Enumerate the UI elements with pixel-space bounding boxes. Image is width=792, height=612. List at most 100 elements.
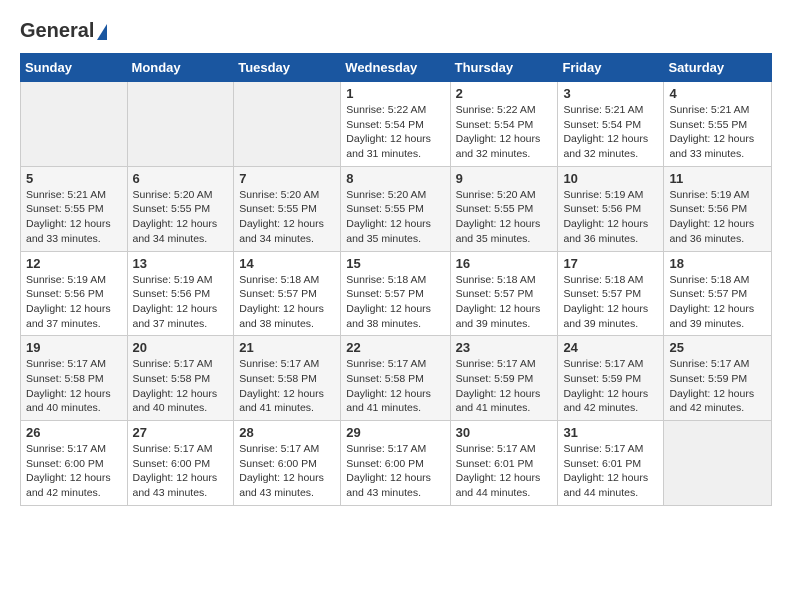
calendar-cell: 20 Sunrise: 5:17 AM Sunset: 5:58 PM Dayli…	[127, 336, 234, 421]
day-number: 26	[26, 425, 122, 440]
day-number: 27	[133, 425, 229, 440]
day-number: 13	[133, 256, 229, 271]
calendar-cell: 29 Sunrise: 5:17 AM Sunset: 6:00 PM Dayli…	[341, 421, 450, 506]
calendar-cell: 21Sunrise: 5:17 AM Sunset: 5:58 PM Dayli…	[234, 336, 341, 421]
day-info: Sunrise: 5:22 AM Sunset: 5:54 PM Dayligh…	[346, 103, 444, 162]
day-number: 10	[563, 171, 658, 186]
day-number: 20	[133, 340, 229, 355]
day-info: Sunrise: 5:17 AM Sunset: 5:58 PM Dayligh…	[239, 357, 335, 416]
calendar-cell: 19 Sunrise: 5:17 AM Sunset: 5:58 PM Dayli…	[21, 336, 128, 421]
calendar-cell: 14 Sunrise: 5:18 AM Sunset: 5:57 PM Dayli…	[234, 251, 341, 336]
day-number: 16	[456, 256, 553, 271]
calendar-cell: 6Sunrise: 5:20 AM Sunset: 5:55 PM Daylig…	[127, 166, 234, 251]
day-number: 29	[346, 425, 444, 440]
day-number: 31	[563, 425, 658, 440]
calendar-cell	[234, 82, 341, 167]
calendar-cell: 10 Sunrise: 5:19 AM Sunset: 5:56 PM Dayli…	[558, 166, 664, 251]
calendar-cell: 30Sunrise: 5:17 AM Sunset: 6:01 PM Dayli…	[450, 421, 558, 506]
day-number: 1	[346, 86, 444, 101]
day-number: 19	[26, 340, 122, 355]
calendar-cell	[127, 82, 234, 167]
day-number: 18	[669, 256, 766, 271]
day-number: 23	[456, 340, 553, 355]
day-info: Sunrise: 5:17 AM Sunset: 5:58 PM Dayligh…	[133, 357, 229, 416]
page-header: General	[20, 20, 772, 43]
calendar-cell: 18 Sunrise: 5:18 AM Sunset: 5:57 PM Dayli…	[664, 251, 772, 336]
calendar-cell: 24Sunrise: 5:17 AM Sunset: 5:59 PM Dayli…	[558, 336, 664, 421]
calendar-cell: 11 Sunrise: 5:19 AM Sunset: 5:56 PM Dayli…	[664, 166, 772, 251]
day-info: Sunrise: 5:22 AM Sunset: 5:54 PM Dayligh…	[456, 103, 553, 162]
calendar-cell: 9 Sunrise: 5:20 AM Sunset: 5:55 PM Daylig…	[450, 166, 558, 251]
calendar-week-4: 19 Sunrise: 5:17 AM Sunset: 5:58 PM Dayli…	[21, 336, 772, 421]
day-info: Sunrise: 5:17 AM Sunset: 5:58 PM Dayligh…	[346, 357, 444, 416]
weekday-header-sunday: Sunday	[21, 54, 128, 82]
day-number: 9	[456, 171, 553, 186]
day-info: Sunrise: 5:18 AM Sunset: 5:57 PM Dayligh…	[669, 273, 766, 332]
day-info: Sunrise: 5:19 AM Sunset: 5:56 PM Dayligh…	[563, 188, 658, 247]
calendar-cell	[664, 421, 772, 506]
day-info: Sunrise: 5:19 AM Sunset: 5:56 PM Dayligh…	[26, 273, 122, 332]
calendar-week-5: 26 Sunrise: 5:17 AM Sunset: 6:00 PM Dayli…	[21, 421, 772, 506]
calendar-cell: 26 Sunrise: 5:17 AM Sunset: 6:00 PM Dayli…	[21, 421, 128, 506]
day-number: 15	[346, 256, 444, 271]
day-info: Sunrise: 5:19 AM Sunset: 5:56 PM Dayligh…	[133, 273, 229, 332]
calendar-week-1: 1 Sunrise: 5:22 AM Sunset: 5:54 PM Daylig…	[21, 82, 772, 167]
calendar-cell: 7Sunrise: 5:20 AM Sunset: 5:55 PM Daylig…	[234, 166, 341, 251]
calendar-cell: 23Sunrise: 5:17 AM Sunset: 5:59 PM Dayli…	[450, 336, 558, 421]
weekday-header-wednesday: Wednesday	[341, 54, 450, 82]
day-info: Sunrise: 5:17 AM Sunset: 6:00 PM Dayligh…	[26, 442, 122, 501]
calendar-cell: 2Sunrise: 5:22 AM Sunset: 5:54 PM Daylig…	[450, 82, 558, 167]
day-info: Sunrise: 5:20 AM Sunset: 5:55 PM Dayligh…	[346, 188, 444, 247]
day-number: 3	[563, 86, 658, 101]
weekday-header-thursday: Thursday	[450, 54, 558, 82]
logo-general-text: General	[20, 20, 94, 43]
day-number: 17	[563, 256, 658, 271]
day-info: Sunrise: 5:17 AM Sunset: 6:00 PM Dayligh…	[133, 442, 229, 501]
calendar-cell: 31Sunrise: 5:17 AM Sunset: 6:01 PM Dayli…	[558, 421, 664, 506]
calendar-cell: 13 Sunrise: 5:19 AM Sunset: 5:56 PM Dayli…	[127, 251, 234, 336]
day-info: Sunrise: 5:17 AM Sunset: 6:00 PM Dayligh…	[346, 442, 444, 501]
day-info: Sunrise: 5:17 AM Sunset: 6:01 PM Dayligh…	[456, 442, 553, 501]
calendar-cell: 28Sunrise: 5:17 AM Sunset: 6:00 PM Dayli…	[234, 421, 341, 506]
calendar-week-2: 5Sunrise: 5:21 AM Sunset: 5:55 PM Daylig…	[21, 166, 772, 251]
logo-icon	[97, 24, 107, 40]
day-number: 11	[669, 171, 766, 186]
calendar-cell: 25Sunrise: 5:17 AM Sunset: 5:59 PM Dayli…	[664, 336, 772, 421]
day-number: 7	[239, 171, 335, 186]
weekday-header-row: SundayMondayTuesdayWednesdayThursdayFrid…	[21, 54, 772, 82]
calendar-cell: 27 Sunrise: 5:17 AM Sunset: 6:00 PM Dayli…	[127, 421, 234, 506]
logo: General	[20, 20, 107, 43]
day-number: 24	[563, 340, 658, 355]
day-number: 8	[346, 171, 444, 186]
day-number: 12	[26, 256, 122, 271]
day-info: Sunrise: 5:18 AM Sunset: 5:57 PM Dayligh…	[346, 273, 444, 332]
calendar-cell: 15 Sunrise: 5:18 AM Sunset: 5:57 PM Dayli…	[341, 251, 450, 336]
weekday-header-friday: Friday	[558, 54, 664, 82]
calendar-cell: 22 Sunrise: 5:17 AM Sunset: 5:58 PM Dayli…	[341, 336, 450, 421]
day-info: Sunrise: 5:21 AM Sunset: 5:55 PM Dayligh…	[669, 103, 766, 162]
calendar-week-3: 12 Sunrise: 5:19 AM Sunset: 5:56 PM Dayli…	[21, 251, 772, 336]
day-number: 4	[669, 86, 766, 101]
weekday-header-saturday: Saturday	[664, 54, 772, 82]
day-info: Sunrise: 5:18 AM Sunset: 5:57 PM Dayligh…	[239, 273, 335, 332]
day-info: Sunrise: 5:20 AM Sunset: 5:55 PM Dayligh…	[456, 188, 553, 247]
calendar-cell: 12 Sunrise: 5:19 AM Sunset: 5:56 PM Dayli…	[21, 251, 128, 336]
day-info: Sunrise: 5:18 AM Sunset: 5:57 PM Dayligh…	[563, 273, 658, 332]
day-info: Sunrise: 5:17 AM Sunset: 5:58 PM Dayligh…	[26, 357, 122, 416]
calendar-cell: 5Sunrise: 5:21 AM Sunset: 5:55 PM Daylig…	[21, 166, 128, 251]
day-info: Sunrise: 5:19 AM Sunset: 5:56 PM Dayligh…	[669, 188, 766, 247]
day-info: Sunrise: 5:21 AM Sunset: 5:54 PM Dayligh…	[563, 103, 658, 162]
day-number: 22	[346, 340, 444, 355]
day-number: 6	[133, 171, 229, 186]
day-number: 14	[239, 256, 335, 271]
weekday-header-tuesday: Tuesday	[234, 54, 341, 82]
calendar-cell: 1 Sunrise: 5:22 AM Sunset: 5:54 PM Daylig…	[341, 82, 450, 167]
calendar-cell: 8 Sunrise: 5:20 AM Sunset: 5:55 PM Daylig…	[341, 166, 450, 251]
day-info: Sunrise: 5:18 AM Sunset: 5:57 PM Dayligh…	[456, 273, 553, 332]
day-info: Sunrise: 5:21 AM Sunset: 5:55 PM Dayligh…	[26, 188, 122, 247]
weekday-header-monday: Monday	[127, 54, 234, 82]
calendar-cell: 3 Sunrise: 5:21 AM Sunset: 5:54 PM Daylig…	[558, 82, 664, 167]
day-number: 28	[239, 425, 335, 440]
calendar-cell: 4 Sunrise: 5:21 AM Sunset: 5:55 PM Daylig…	[664, 82, 772, 167]
calendar-table: SundayMondayTuesdayWednesdayThursdayFrid…	[20, 53, 772, 506]
